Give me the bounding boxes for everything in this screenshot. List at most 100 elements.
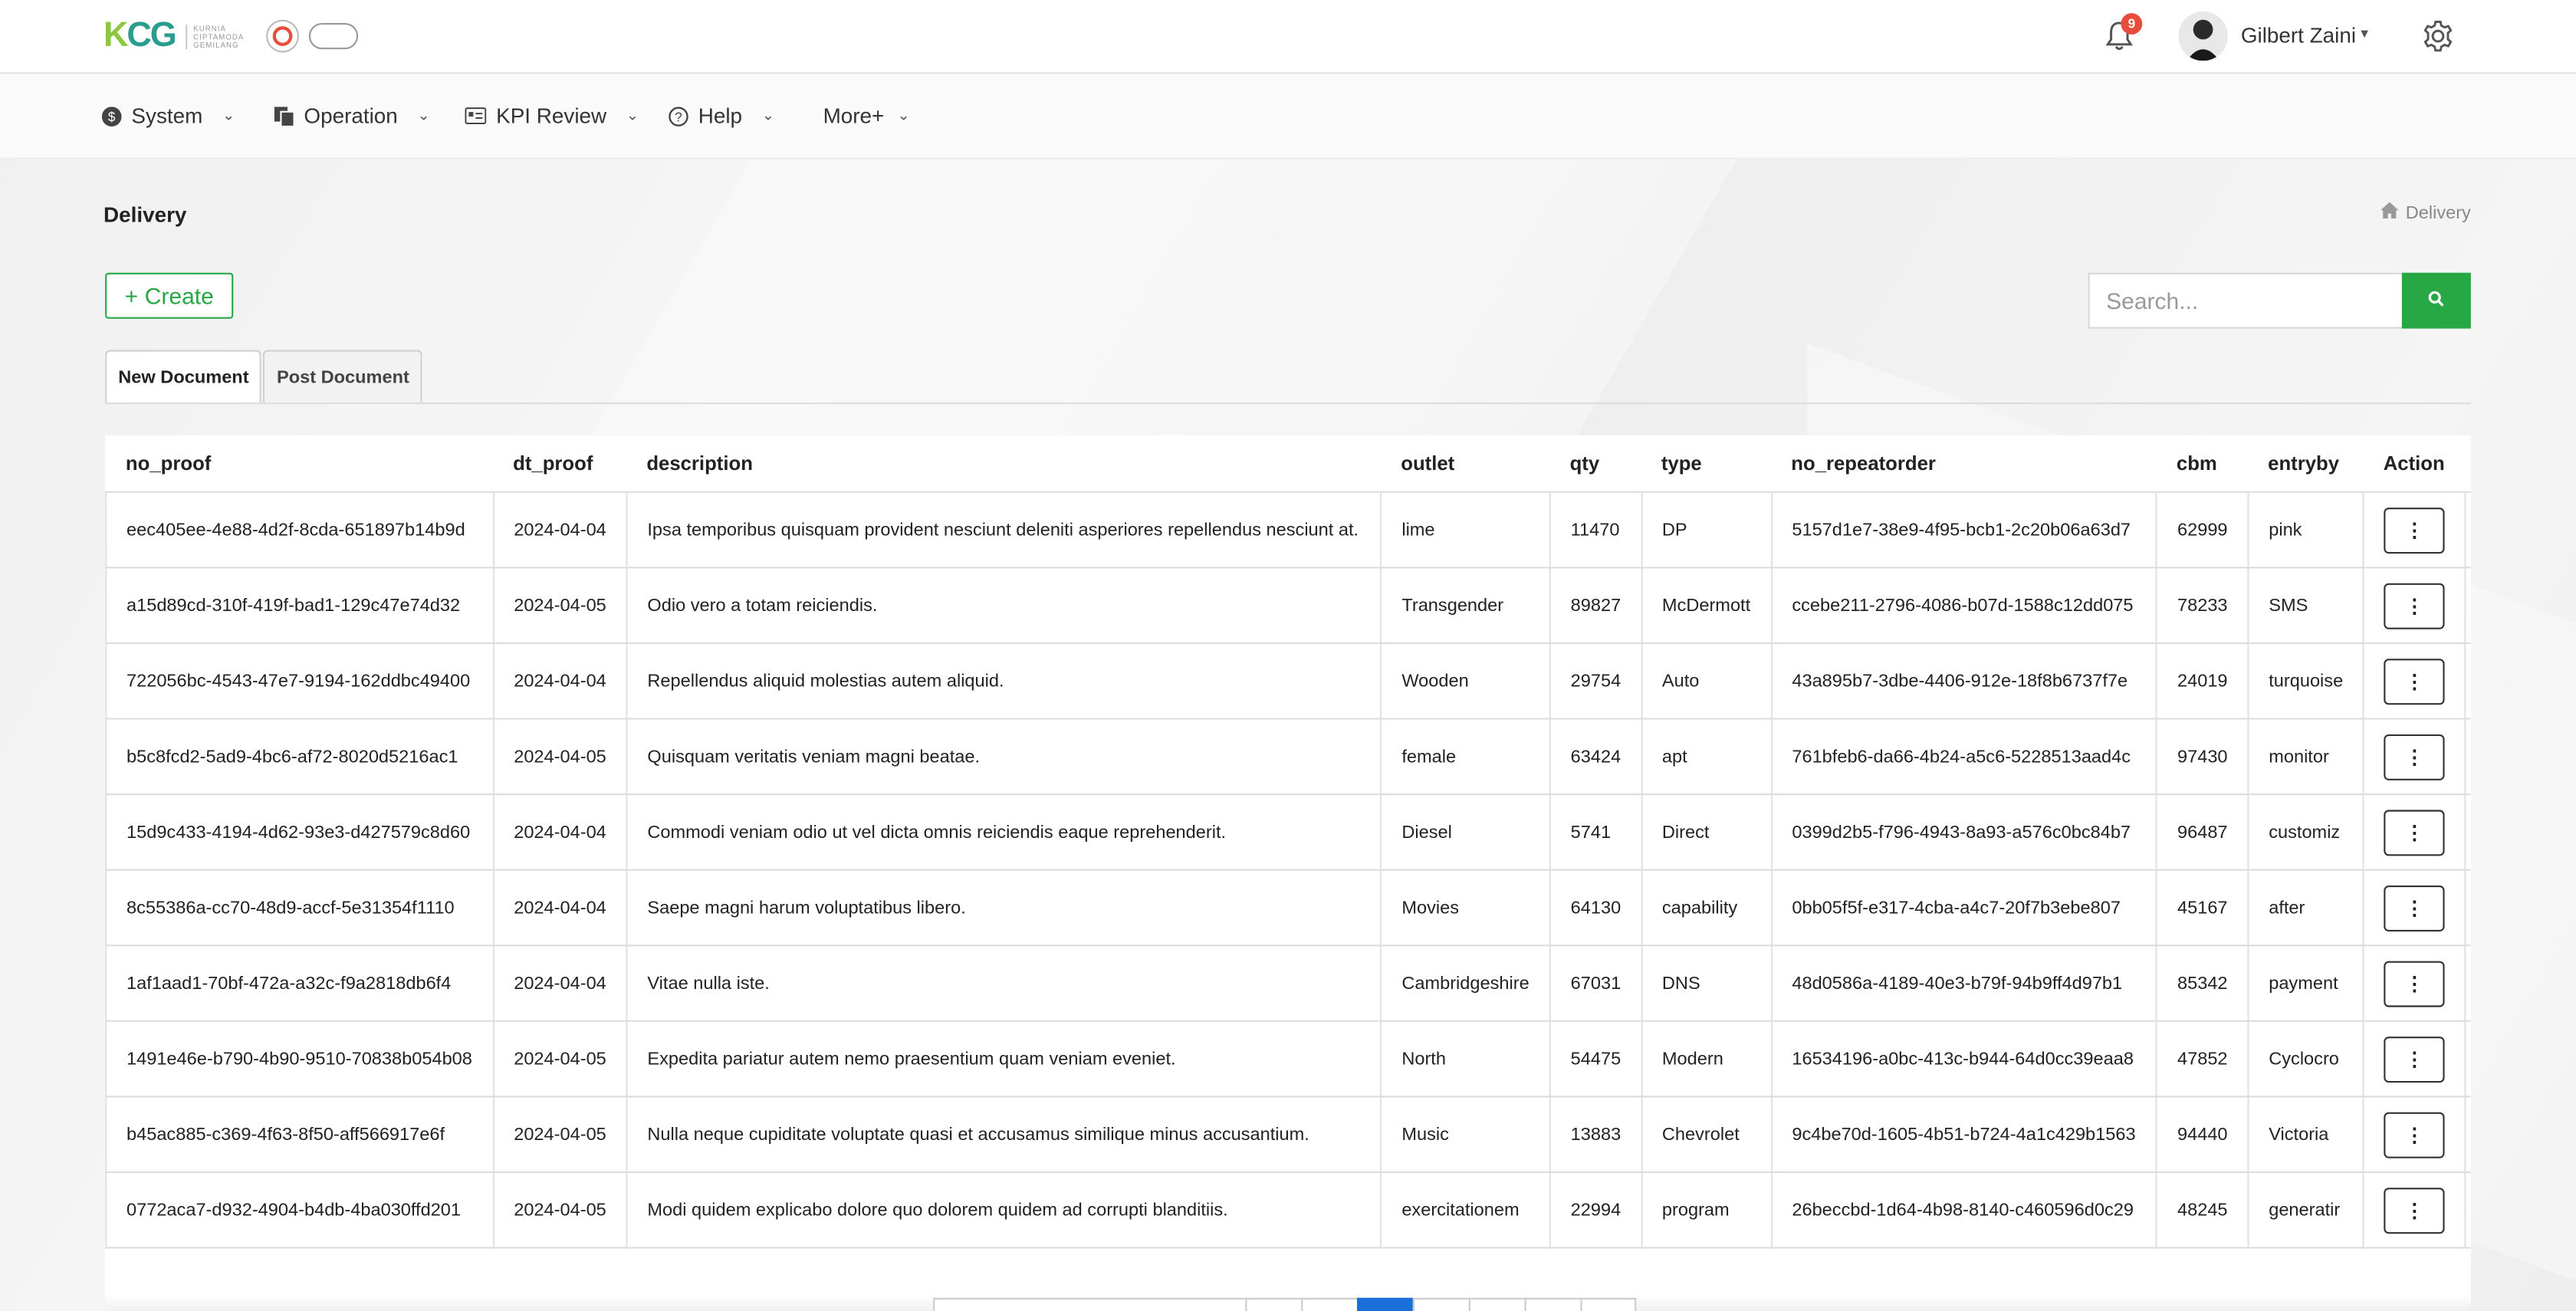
chevron-down-icon: ⌄ bbox=[761, 107, 774, 123]
table-cell-no-proof: a15d89cd-310f-419f-bad1-129c47e74d32 bbox=[105, 567, 495, 644]
delivery-table-container[interactable]: no_proof dt_proof description outlet qty… bbox=[105, 435, 2471, 1311]
create-button[interactable]: + Create bbox=[105, 272, 234, 319]
row-action-button[interactable]: ⋮ bbox=[2384, 1036, 2446, 1083]
table-header-row: no_proof dt_proof description outlet qty… bbox=[106, 435, 2471, 493]
table-row[interactable]: b5c8fcd2-5ad9-4bc6-af72-8020d5216ac1 2024… bbox=[105, 718, 2471, 796]
table-cell-overflow bbox=[2465, 945, 2471, 1022]
column-header[interactable]: entryby bbox=[2248, 435, 2364, 493]
table-cell-outlet: lime bbox=[1381, 491, 1551, 569]
table-cell-outlet: Cambridgeshire bbox=[1381, 945, 1551, 1022]
table-cell-action: ⋮ bbox=[2364, 1096, 2466, 1173]
table-cell-dt-proof: 2024-04-05 bbox=[493, 718, 628, 796]
nav-item-system[interactable]: $ System ⌄ bbox=[100, 104, 235, 128]
tab-new-document[interactable]: New Document bbox=[105, 350, 262, 402]
user-avatar[interactable] bbox=[2178, 12, 2228, 61]
certification-badge-icon bbox=[308, 23, 358, 50]
column-header[interactable]: type bbox=[1641, 435, 1772, 493]
row-action-button[interactable]: ⋮ bbox=[2384, 960, 2446, 1007]
table-cell-qty: 29754 bbox=[1549, 642, 1643, 720]
pagination-button[interactable] bbox=[1301, 1297, 1357, 1311]
table-cell-entryby: after bbox=[2248, 869, 2365, 947]
column-header[interactable]: cbm bbox=[2157, 435, 2249, 493]
pagination-button[interactable] bbox=[1580, 1297, 1637, 1311]
table-row[interactable]: b45ac885-c369-4f63-8f50-aff566917e6f 2024… bbox=[105, 1096, 2471, 1173]
table-cell-type: Direct bbox=[1641, 794, 1773, 871]
table-cell-no-repeatorder: 5157d1e7-38e9-4f95-bcb1-2c20b06a63d7 bbox=[1771, 491, 2158, 569]
table-row[interactable]: a15d89cd-310f-419f-bad1-129c47e74d32 2024… bbox=[105, 567, 2471, 644]
pagination-button-active[interactable] bbox=[1357, 1297, 1413, 1311]
table-cell-description: Repellendus aliquid molestias autem aliq… bbox=[626, 642, 1382, 720]
documents-icon bbox=[273, 105, 294, 127]
table-cell-outlet: Movies bbox=[1381, 869, 1551, 947]
home-icon[interactable] bbox=[2380, 202, 2400, 224]
table-cell-type: Modern bbox=[1641, 1020, 1773, 1098]
table-cell-no-repeatorder: 26beccbd-1d64-4b98-8140-c460596d0c29 bbox=[1771, 1171, 2158, 1249]
breadcrumb-current: Delivery bbox=[2405, 202, 2471, 223]
table-cell-cbm: 97430 bbox=[2157, 718, 2249, 796]
table-cell-no-repeatorder: 761bfeb6-da66-4b24-a5c6-5228513aad4c bbox=[1771, 718, 2158, 796]
pagination-button[interactable] bbox=[1524, 1297, 1581, 1311]
user-name[interactable]: Gilbert Zaini bbox=[2241, 23, 2356, 48]
table-cell-description: Expedita pariatur autem nemo praesentium… bbox=[626, 1020, 1382, 1098]
table-row[interactable]: 722056bc-4543-47e7-9194-162ddbc49400 2024… bbox=[105, 642, 2471, 720]
table-cell-qty: 11470 bbox=[1549, 491, 1643, 569]
table-cell-overflow bbox=[2465, 491, 2471, 569]
nav-item-kpi-review[interactable]: KPI Review ⌄ bbox=[465, 104, 639, 128]
column-header[interactable]: outlet bbox=[1381, 435, 1550, 493]
table-cell-action: ⋮ bbox=[2364, 794, 2466, 871]
pagination-button[interactable] bbox=[1412, 1297, 1469, 1311]
table-cell-qty: 13883 bbox=[1549, 1096, 1643, 1173]
nav-item-more[interactable]: More+ ⌄ bbox=[823, 104, 910, 128]
column-header[interactable]: description bbox=[626, 435, 1382, 493]
company-logo[interactable]: KCG KURNIA CIPTAMODA GEMILANG bbox=[104, 16, 358, 55]
row-action-button[interactable]: ⋮ bbox=[2384, 809, 2446, 856]
pagination-button[interactable] bbox=[1468, 1297, 1525, 1311]
table-cell-dt-proof: 2024-04-05 bbox=[493, 1020, 628, 1098]
pagination-button[interactable] bbox=[1245, 1297, 1302, 1311]
search-input[interactable] bbox=[2088, 272, 2402, 329]
search-button[interactable] bbox=[2401, 272, 2471, 329]
table-cell-type: DNS bbox=[1641, 945, 1773, 1022]
column-header[interactable]: no_repeatorder bbox=[1771, 435, 2157, 493]
row-action-button[interactable]: ⋮ bbox=[2384, 1187, 2446, 1234]
row-action-button[interactable]: ⋮ bbox=[2384, 884, 2446, 931]
column-header[interactable]: no_proof bbox=[106, 435, 494, 493]
table-cell-dt-proof: 2024-04-04 bbox=[493, 869, 628, 947]
table-row[interactable]: 15d9c433-4194-4d62-93e3-d427579c8d60 2024… bbox=[105, 794, 2471, 871]
row-action-button[interactable]: ⋮ bbox=[2384, 733, 2446, 780]
tab-post-document[interactable]: Post Document bbox=[263, 350, 423, 402]
table-cell-no-proof: 1af1aad1-70bf-472a-a32c-f9a2818db6f4 bbox=[105, 945, 495, 1022]
column-header[interactable]: qty bbox=[1549, 435, 1642, 493]
table-body: eec405ee-4e88-4d2f-8cda-651897b14b9d 2024… bbox=[105, 491, 2471, 1249]
table-cell-qty: 63424 bbox=[1549, 718, 1643, 796]
table-cell-action: ⋮ bbox=[2364, 642, 2466, 720]
gear-icon[interactable] bbox=[2420, 18, 2456, 54]
pagination bbox=[933, 1297, 1637, 1311]
column-header[interactable]: dt_proof bbox=[493, 435, 627, 493]
table-cell-description: Saepe magni harum voluptatibus libero. bbox=[626, 869, 1382, 947]
table-cell-no-proof: eec405ee-4e88-4d2f-8cda-651897b14b9d bbox=[105, 491, 495, 569]
row-action-button[interactable]: ⋮ bbox=[2384, 507, 2446, 554]
table-row[interactable]: 0772aca7-d932-4904-b4db-4ba030ffd201 2024… bbox=[105, 1171, 2471, 1249]
notification-count-badge: 9 bbox=[2121, 13, 2143, 34]
table-cell-type: Auto bbox=[1641, 642, 1773, 720]
plus-icon: + bbox=[124, 282, 139, 309]
table-cell-outlet: exercitationem bbox=[1381, 1171, 1551, 1249]
table-row[interactable]: 1491e46e-b790-4b90-9510-70838b054b08 2024… bbox=[105, 1020, 2471, 1098]
nav-item-help[interactable]: ? Help ⌄ bbox=[667, 104, 774, 128]
row-action-button[interactable]: ⋮ bbox=[2384, 582, 2446, 629]
table-row[interactable]: 1af1aad1-70bf-472a-a32c-f9a2818db6f4 2024… bbox=[105, 945, 2471, 1022]
table-cell-type: program bbox=[1641, 1171, 1773, 1249]
nav-item-operation[interactable]: Operation ⌄ bbox=[273, 104, 430, 128]
table-row[interactable]: 8c55386a-cc70-48d9-accf-5e31354f1110 2024… bbox=[105, 869, 2471, 947]
table-cell-outlet: Wooden bbox=[1381, 642, 1551, 720]
nav-item-label: Help bbox=[698, 104, 743, 129]
row-action-button[interactable]: ⋮ bbox=[2384, 658, 2446, 705]
chevron-down-icon[interactable]: ▾ bbox=[2361, 25, 2368, 43]
row-action-button[interactable]: ⋮ bbox=[2384, 1111, 2446, 1158]
main-navigation: $ System ⌄ Operation ⌄ KPI Review ⌄ ? He… bbox=[0, 74, 2576, 159]
table-cell-outlet: Transgender bbox=[1381, 567, 1551, 644]
table-cell-outlet: Music bbox=[1381, 1096, 1551, 1173]
nav-item-label: Operation bbox=[304, 104, 398, 129]
table-row[interactable]: eec405ee-4e88-4d2f-8cda-651897b14b9d 2024… bbox=[105, 491, 2471, 569]
